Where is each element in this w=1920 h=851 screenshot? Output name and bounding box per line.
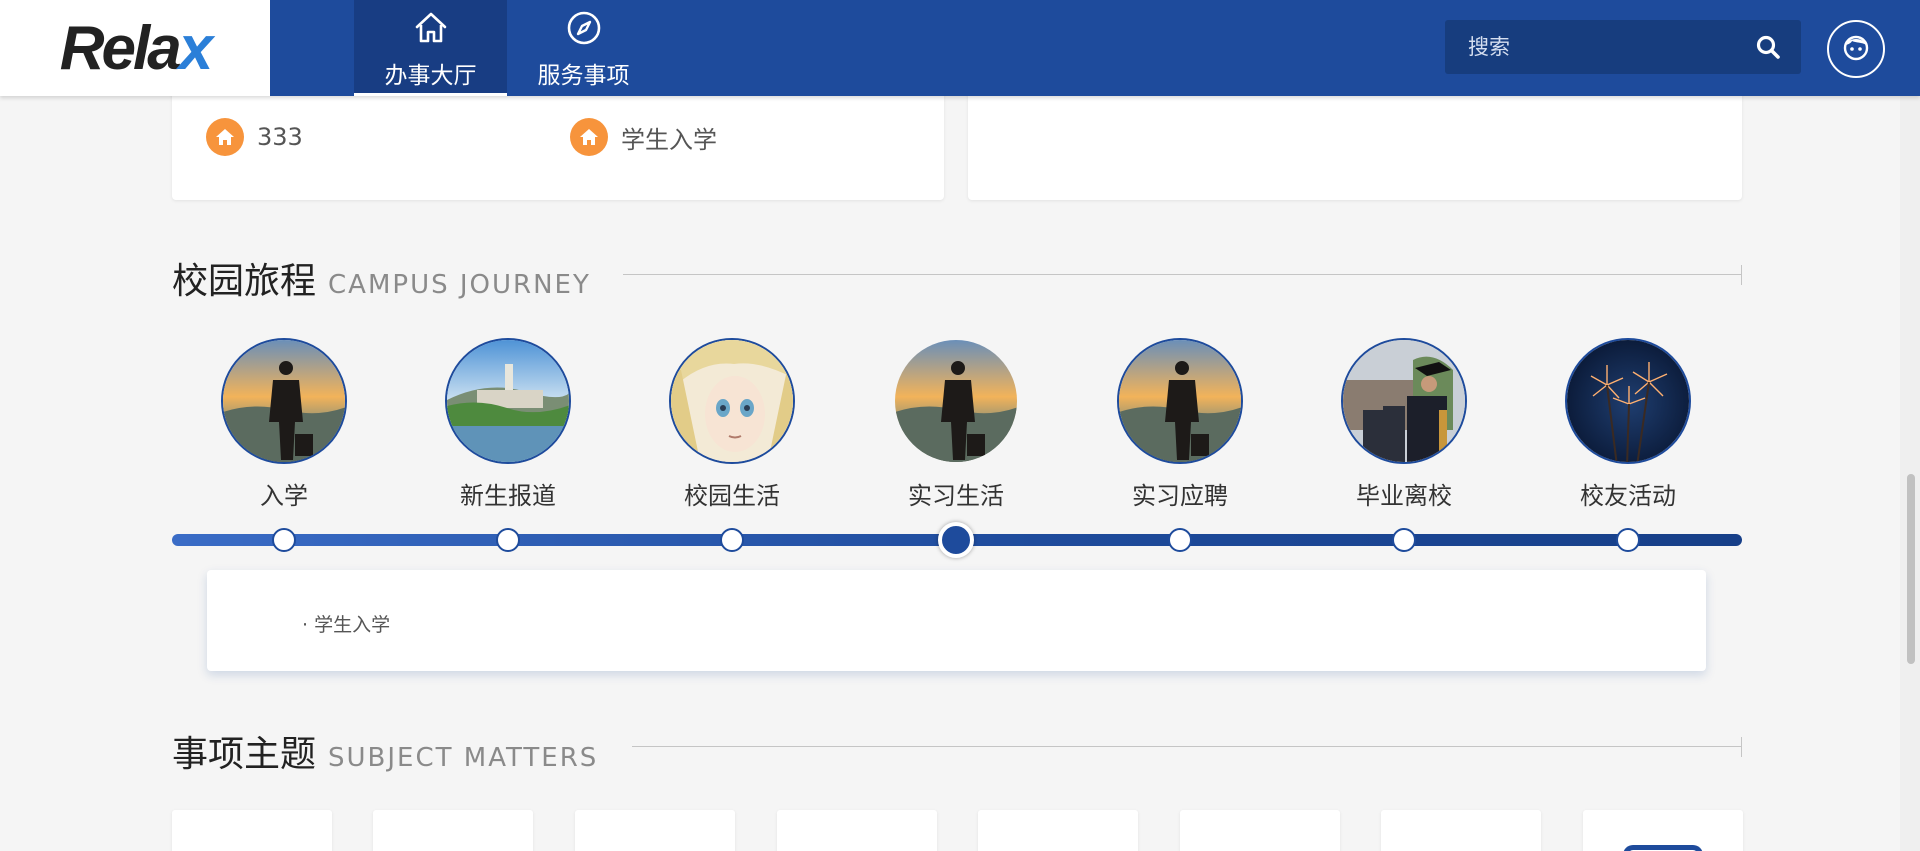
stage-label: 入学 (260, 482, 308, 510)
journey-stage[interactable]: 实习生活 (893, 338, 1019, 511)
stage-image (1117, 338, 1243, 464)
home-icon (206, 118, 244, 156)
timeline-dot[interactable] (1616, 528, 1640, 552)
timeline-dot[interactable] (720, 528, 744, 552)
page-scrollbar[interactable] (1900, 96, 1920, 851)
journey-stage[interactable]: 入学 (221, 338, 347, 511)
stage-image (893, 338, 1019, 464)
timeline-dot[interactable] (1392, 528, 1416, 552)
stage-image (669, 338, 795, 464)
stage-label: 校友活动 (1580, 482, 1676, 510)
section-title-en: CAMPUS JOURNEY (328, 270, 591, 300)
stage-label: 新生报道 (460, 482, 556, 510)
journey-stage[interactable]: 校友活动 (1565, 338, 1691, 511)
compass-icon (564, 8, 604, 48)
subject-tile[interactable] (978, 810, 1138, 851)
journey-detail-item[interactable]: · 学生入学 (302, 610, 390, 637)
search-bar (1445, 20, 1801, 74)
home-icon (570, 118, 608, 156)
stage-image (221, 338, 347, 464)
section-title-cn: 事项主题 (172, 734, 317, 775)
quick-link-label: 学生入学 (621, 125, 717, 154)
subject-tile[interactable] (373, 810, 533, 851)
journey-stage[interactable]: 校园生活 (669, 338, 795, 511)
quick-links-card: 333 学生入学 (172, 80, 944, 200)
logo[interactable]: Relax (0, 0, 270, 96)
search-input[interactable] (1468, 35, 1755, 59)
subject-tile[interactable] (1180, 810, 1340, 851)
subject-tile[interactable] (1583, 810, 1743, 851)
user-avatar[interactable] (1827, 20, 1885, 78)
stage-image (445, 338, 571, 464)
section-divider (623, 274, 1742, 275)
scrollbar-thumb[interactable] (1907, 474, 1915, 664)
user-face-icon (1841, 32, 1871, 66)
timeline-dot[interactable] (1168, 528, 1192, 552)
top-header: Relax 办事大厅 服务事项 (0, 0, 1920, 96)
section-title-campus-journey: 校园旅程 CAMPUS JOURNEY (172, 252, 591, 304)
section-title-en: SUBJECT MATTERS (328, 743, 599, 773)
journey-detail-card: · 学生入学 (207, 570, 1706, 671)
stage-image (1565, 338, 1691, 464)
timeline-dot-active[interactable] (938, 522, 974, 558)
quick-link-item[interactable]: 333 (206, 118, 303, 156)
section-divider-tick (1741, 265, 1742, 285)
journey-stage[interactable]: 新生报道 (445, 338, 571, 511)
section-title-subject-matters: 事项主题 SUBJECT MATTERS (172, 725, 598, 777)
quick-link-item[interactable]: 学生入学 (570, 118, 717, 156)
search-icon[interactable] (1755, 34, 1781, 60)
timeline-dot[interactable] (272, 528, 296, 552)
stage-label: 实习生活 (908, 482, 1004, 510)
tab-service-hall[interactable]: 办事大厅 (354, 0, 507, 96)
section-divider-tick (1741, 737, 1742, 757)
stage-label: 毕业离校 (1356, 482, 1452, 510)
stage-label: 校园生活 (684, 482, 780, 510)
stage-image (1341, 338, 1467, 464)
subject-tile[interactable] (575, 810, 735, 851)
journey-stage[interactable]: 实习应聘 (1117, 338, 1243, 511)
tab-service-items[interactable]: 服务事项 (507, 0, 660, 96)
quick-link-label: 333 (257, 123, 303, 151)
section-divider (632, 746, 1742, 747)
timeline-dot[interactable] (496, 528, 520, 552)
section-title-cn: 校园旅程 (172, 261, 317, 302)
home-icon (411, 8, 451, 48)
stage-label: 实习应聘 (1132, 482, 1228, 510)
subject-tile[interactable] (777, 810, 937, 851)
tab-label: 办事大厅 (384, 63, 477, 89)
info-card (968, 80, 1742, 200)
subject-tile[interactable] (1381, 810, 1541, 851)
logo-text: Relax (59, 13, 214, 83)
journey-stage[interactable]: 毕业离校 (1341, 338, 1467, 511)
subject-tile[interactable] (172, 810, 332, 851)
tab-label: 服务事项 (537, 63, 630, 89)
subject-tile-icon (1623, 845, 1703, 851)
